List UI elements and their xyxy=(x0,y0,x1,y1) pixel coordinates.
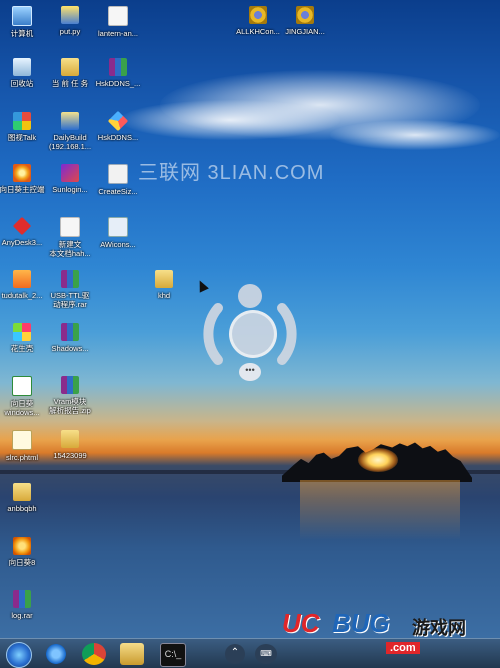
rar-archive-icon xyxy=(13,590,31,608)
assistive-touch-core xyxy=(229,310,277,358)
cloud xyxy=(330,120,500,150)
desktop-icon-lantern[interactable]: lantern-an... xyxy=(90,6,146,38)
folder-icon xyxy=(13,483,31,501)
desktop-icon-hskddns[interactable]: HskDDNS... xyxy=(90,110,146,142)
desktop-icon-log-rar[interactable]: log.rar xyxy=(0,590,50,620)
desktop-icon-shadows[interactable]: Shadows... xyxy=(42,323,98,353)
computer-icon xyxy=(12,6,32,26)
window-app-icon xyxy=(108,164,128,184)
desktop-icon-anbbqbh[interactable]: anbbqbh xyxy=(0,483,50,513)
command-prompt-icon[interactable]: C:\_ xyxy=(160,643,186,667)
desktop-icon-createsize[interactable]: CreateSiz... xyxy=(90,164,146,196)
folder-icon xyxy=(155,270,173,288)
sunlogin-app-icon xyxy=(61,164,79,182)
file-explorer-icon[interactable] xyxy=(120,643,144,665)
sunflower-control-icon xyxy=(13,164,31,182)
tudutalk-icon xyxy=(13,270,31,288)
keyboard-icon[interactable]: ⌨ xyxy=(255,644,277,664)
python-file-icon xyxy=(61,6,79,24)
recycle-bin-icon xyxy=(13,58,31,76)
start-button[interactable] xyxy=(6,642,32,668)
spreadsheet-file-icon xyxy=(12,376,32,396)
desktop-icon-khd[interactable]: khd xyxy=(136,270,192,300)
dailybuild-icon xyxy=(61,112,79,130)
html-file-icon xyxy=(12,430,32,450)
sunlogin-icon xyxy=(13,537,31,555)
more-options-icon[interactable]: ••• xyxy=(239,363,261,381)
document-icon xyxy=(108,6,128,26)
desktop-icon-usb-ttl[interactable]: USB-TTL驱 动程序.rar xyxy=(42,270,98,309)
text-document-icon xyxy=(60,217,80,237)
assistive-touch-top-dot xyxy=(238,284,262,308)
desktop-icon-xiangrikui8[interactable]: 向日葵8 xyxy=(0,537,50,567)
chrome-icon[interactable] xyxy=(82,643,106,665)
rar-archive-icon xyxy=(61,270,79,288)
cloud xyxy=(120,100,340,140)
assistive-touch-button[interactable]: ••• xyxy=(200,284,300,381)
logo-cn: 游戏网 xyxy=(412,618,466,638)
folder-icon xyxy=(61,58,79,76)
executable-icon xyxy=(108,217,128,237)
internet-explorer-icon[interactable] xyxy=(44,643,68,665)
gear-icon xyxy=(249,6,267,24)
desktop-icon-hskddns-rar[interactable]: HskDDNS_... xyxy=(90,58,146,88)
desktop-icon-awicons[interactable]: AWicons... xyxy=(90,217,146,249)
desktop-icon-jingjian[interactable]: JINGJIAN... xyxy=(277,6,333,36)
desktop-icon-15423099[interactable]: 15423099 xyxy=(42,430,98,460)
folder-icon xyxy=(61,430,79,448)
sun xyxy=(358,448,398,472)
gear-icon xyxy=(296,6,314,24)
rar-archive-icon xyxy=(109,58,127,76)
rar-archive-icon xyxy=(61,323,79,341)
rar-archive-icon xyxy=(61,376,79,394)
talk-app-icon xyxy=(13,112,31,130)
ucbug-logo: UC BUG 游戏网 .com xyxy=(282,606,494,662)
show-hidden-icons-button[interactable]: ⌃ xyxy=(225,644,245,664)
huashengke-icon xyxy=(13,323,31,341)
logo-uc: UC xyxy=(282,608,320,638)
desktop-icon-vram[interactable]: Vram模块 解析报告.zip xyxy=(42,376,98,415)
logo-bug: BUG xyxy=(332,608,390,638)
anydesk-icon xyxy=(12,216,32,236)
hskddns-cube-icon xyxy=(107,110,129,132)
logo-com: .com xyxy=(386,642,420,654)
sun-reflection xyxy=(300,480,460,540)
site-watermark: 三联网 3LIAN.COM xyxy=(138,162,325,184)
